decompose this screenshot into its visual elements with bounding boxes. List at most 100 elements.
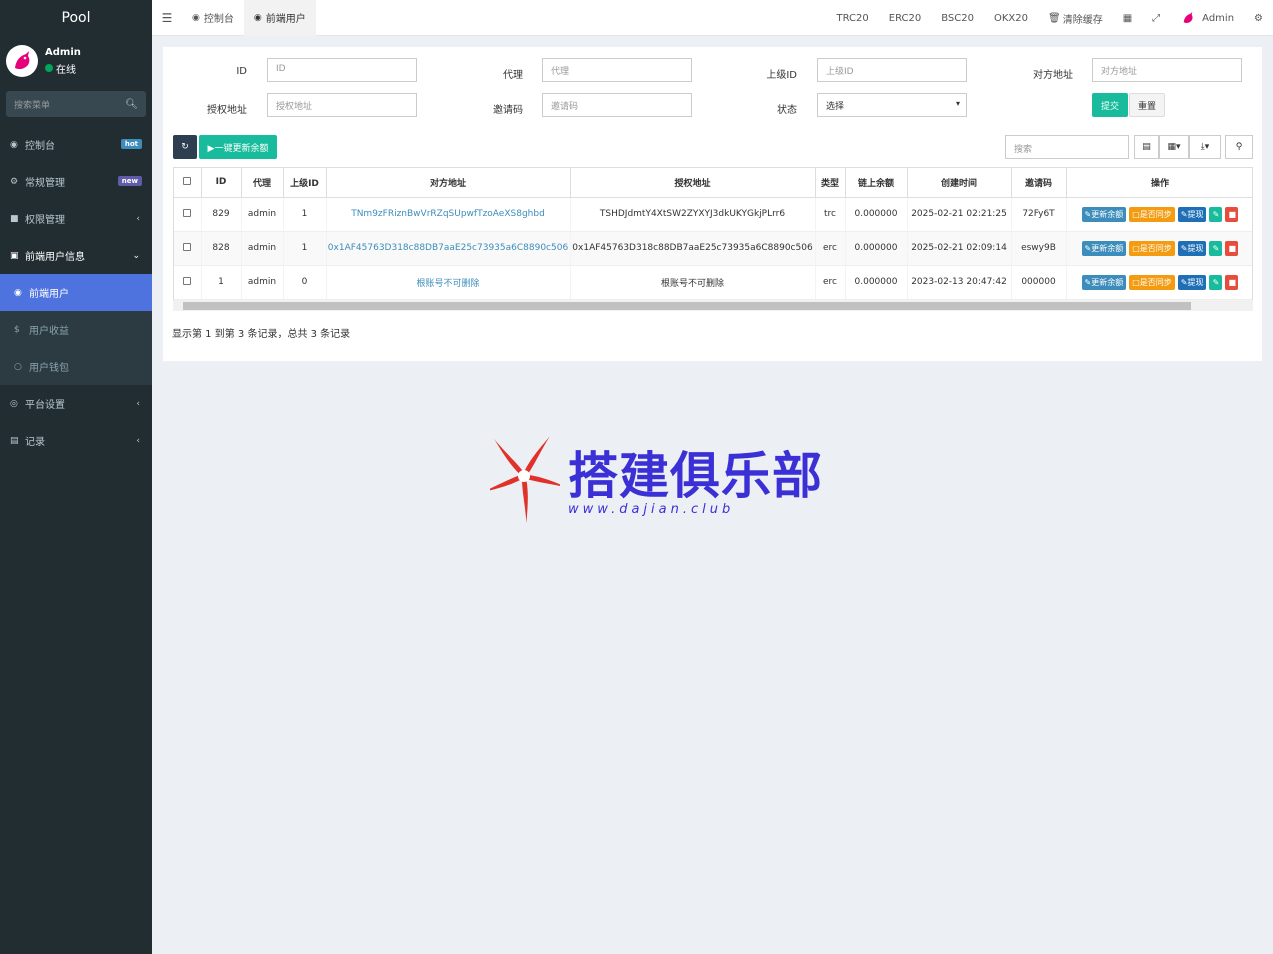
select-all-checkbox[interactable] xyxy=(174,168,202,198)
sync-label: 是否同步 xyxy=(1139,277,1172,287)
clear-cache-button[interactable]: 🗑︎ 清除缓存 xyxy=(1038,11,1113,26)
columns-button[interactable]: ▦▾ xyxy=(1159,135,1189,159)
sync-label: 是否同步 xyxy=(1139,209,1172,219)
horizontal-scrollbar[interactable] xyxy=(173,300,1253,311)
sidebar-item-label: 平台设置 xyxy=(25,400,65,411)
sidebar-search-input[interactable]: 搜索菜单 🔍︎ xyxy=(6,91,146,117)
refresh-button[interactable]: ↻ xyxy=(173,135,197,159)
language-icon[interactable]: ▦ xyxy=(1113,13,1142,24)
user-menu-name: Admin xyxy=(1202,12,1235,24)
delete-icon[interactable]: ■ xyxy=(1225,240,1239,256)
link-okx20[interactable]: OKX20 xyxy=(984,13,1038,24)
filter-parent-id-input[interactable]: 上级ID xyxy=(817,58,967,82)
sidebar-item-dashboard[interactable]: ◉ 控制台 hot xyxy=(0,126,152,163)
cell-id: 1 xyxy=(201,265,242,300)
delete-icon[interactable]: ■ xyxy=(1225,274,1239,290)
row-checkbox[interactable] xyxy=(174,265,202,300)
sidebar-search-placeholder: 搜索菜单 xyxy=(14,100,51,111)
gears-icon[interactable]: ⚙ xyxy=(1244,13,1273,24)
sidebar-item-general[interactable]: ⚙ 常规管理 new xyxy=(0,163,152,200)
tab-dashboard[interactable]: ◉ 控制台 xyxy=(182,0,244,36)
cell-type: erc xyxy=(815,265,846,300)
sync-button[interactable]: □是否同步 xyxy=(1129,240,1175,256)
filter-agent-input[interactable]: 代理 xyxy=(542,58,692,82)
table-row: 829 admin 1 TNm9zFRiznBwVrRZqSUpwfTzoAeX… xyxy=(174,197,1252,232)
update-balance-button[interactable]: ✎更新余额 xyxy=(1081,240,1127,256)
advanced-search-button[interactable]: ⚲ xyxy=(1225,135,1253,159)
column-header[interactable]: 对方地址 xyxy=(326,168,571,198)
target-address-link[interactable]: TNm9zFRiznBwVrRZqSUpwfTzoAeXS8ghbd xyxy=(351,209,545,219)
user-circle-icon: ◉ xyxy=(253,12,262,23)
user-menu[interactable]: Admin xyxy=(1170,10,1244,26)
sidebar-item-user-earnings[interactable]: $ 用户收益 xyxy=(0,311,152,348)
checkbox-icon xyxy=(183,242,192,251)
sidebar-item-label: 前端用户 xyxy=(29,289,69,300)
filter-target-address-input[interactable]: 对方地址 xyxy=(1092,58,1242,82)
withdraw-button[interactable]: ✎提现 xyxy=(1177,240,1207,256)
filter-id-input[interactable]: ID xyxy=(267,58,417,82)
search-icon: ⚲ xyxy=(1235,142,1243,152)
column-header[interactable]: 类型 xyxy=(815,168,846,198)
sidebar-item-user-wallet[interactable]: ○ 用户钱包 xyxy=(0,348,152,385)
user-circle-icon: ◉ xyxy=(14,287,22,298)
sidebar-item-records[interactable]: ▤ 记录 ‹ xyxy=(0,422,152,459)
sidebar-item-frontend-users[interactable]: ◉ 前端用户 xyxy=(0,274,152,311)
pinwheel-logo-icon xyxy=(479,436,571,524)
sync-button[interactable]: □是否同步 xyxy=(1129,206,1175,222)
app-title[interactable]: Pool xyxy=(0,0,152,36)
cell-code: 000000 xyxy=(1011,265,1067,300)
column-header[interactable]: 邀请码 xyxy=(1011,168,1067,198)
edit-icon[interactable]: ✎ xyxy=(1209,274,1223,290)
sidebar-item-frontend-users-info[interactable]: ▣ 前端用户信息 ⌄ xyxy=(0,237,152,274)
update-balance-button[interactable]: ✎更新余额 xyxy=(1081,274,1127,290)
sidebar-menu: ◉ 控制台 hot ⚙ 常规管理 new ■ 权限管理 ‹ ▣ 前端用户信息 ⌄… xyxy=(0,126,152,459)
link-erc20[interactable]: ERC20 xyxy=(879,13,931,24)
column-header[interactable]: 上级ID xyxy=(283,168,327,198)
table-search-input[interactable]: 搜索 xyxy=(1005,135,1129,159)
update-balance-button[interactable]: ✎更新余额 xyxy=(1081,206,1127,222)
scrollbar-thumb[interactable] xyxy=(183,302,1191,310)
edit-icon[interactable]: ✎ xyxy=(1209,206,1223,222)
cell-parent-id: 1 xyxy=(283,197,327,232)
sidebar-item-label: 用户收益 xyxy=(29,326,69,337)
column-header[interactable]: 链上余额 xyxy=(845,168,908,198)
fullscreen-icon[interactable]: ⤢ xyxy=(1142,13,1170,24)
tab-frontend-users[interactable]: ◉ 前端用户 xyxy=(243,0,316,36)
update-all-balance-button[interactable]: ▶一键更新余额 xyxy=(199,135,277,159)
cell-code: eswy9B xyxy=(1011,231,1067,266)
user-name: Admin xyxy=(45,46,81,58)
sidebar-item-permissions[interactable]: ■ 权限管理 ‹ xyxy=(0,200,152,237)
reset-button[interactable]: 重置 xyxy=(1129,93,1165,117)
row-checkbox[interactable] xyxy=(174,231,202,266)
row-checkbox[interactable] xyxy=(174,197,202,232)
edit-icon[interactable]: ✎ xyxy=(1209,240,1223,256)
sidebar-item-label: 权限管理 xyxy=(25,215,65,226)
delete-icon[interactable]: ■ xyxy=(1225,206,1239,222)
withdraw-button[interactable]: ✎提现 xyxy=(1177,274,1207,290)
filter-status-select[interactable]: 选择 ▾ xyxy=(817,93,967,117)
dashboard-icon: ◉ xyxy=(192,12,200,23)
cell-target: TNm9zFRiznBwVrRZqSUpwfTzoAeXS8ghbd xyxy=(326,197,571,232)
menu-toggle-icon[interactable]: ☰ xyxy=(152,11,182,25)
sync-button[interactable]: □是否同步 xyxy=(1129,274,1175,290)
filter-invite-code-input[interactable]: 邀请码 xyxy=(542,93,692,117)
column-header[interactable]: 代理 xyxy=(241,168,284,198)
export-button[interactable]: ⤓▾ xyxy=(1189,135,1221,159)
column-header[interactable]: ID xyxy=(201,168,242,198)
target-address-link[interactable]: 0x1AF45763D318c88DB7aaE25c73935a6C8890c5… xyxy=(328,243,568,253)
target-address-link[interactable]: 根账号不可删除 xyxy=(416,279,479,289)
refresh-icon: ↻ xyxy=(181,142,189,152)
submit-button[interactable]: 提交 xyxy=(1092,93,1128,117)
link-bsc20[interactable]: BSC20 xyxy=(931,13,984,24)
link-trc20[interactable]: TRC20 xyxy=(826,13,878,24)
column-header[interactable]: 授权地址 xyxy=(570,168,816,198)
filter-auth-address-input[interactable]: 授权地址 xyxy=(267,93,417,117)
sidebar-item-label: 记录 xyxy=(25,437,45,448)
sidebar-item-platform-settings[interactable]: ◎ 平台设置 ‹ xyxy=(0,385,152,422)
toggle-view-button[interactable]: ▤ xyxy=(1134,135,1159,159)
cell-parent-id: 1 xyxy=(283,231,327,266)
column-header[interactable]: 创建时间 xyxy=(907,168,1012,198)
table-row: 828 admin 1 0x1AF45763D318c88DB7aaE25c73… xyxy=(174,231,1252,266)
withdraw-button[interactable]: ✎提现 xyxy=(1177,206,1207,222)
avatar xyxy=(1180,10,1197,26)
